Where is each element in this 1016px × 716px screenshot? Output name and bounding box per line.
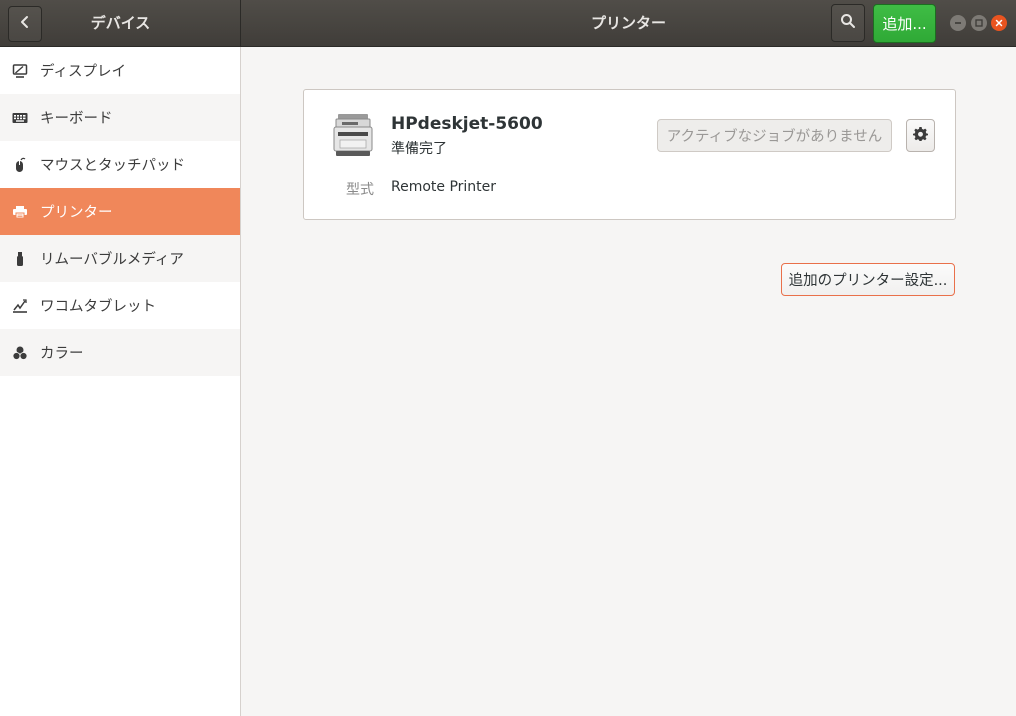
sidebar-item-mouse[interactable]: マウスとタッチパッド (0, 141, 240, 188)
minimize-icon (954, 15, 962, 31)
printer-status: 準備完了 (391, 141, 447, 157)
sidebar-item-color[interactable]: カラー (0, 329, 240, 376)
add-printer-button[interactable]: 追加... (873, 4, 936, 43)
sidebar-item-label: リムーバブルメディア (40, 252, 184, 268)
additional-printer-settings-button[interactable]: 追加のプリンター設定... (781, 263, 955, 296)
keyboard-icon (12, 110, 28, 126)
search-button[interactable] (831, 4, 865, 42)
minimize-button[interactable] (950, 15, 966, 31)
close-icon (995, 15, 1003, 31)
close-button[interactable] (991, 15, 1007, 31)
sidebar-item-printers[interactable]: プリンター (0, 188, 240, 235)
sidebar-item-display[interactable]: ディスプレイ (0, 47, 240, 94)
printer-icon (12, 204, 28, 220)
sidebar: ディスプレイ キーボード マウスとタッチパッド プリンター リムーバブルメディア… (0, 47, 241, 716)
main-content: HPdeskjet-5600 準備完了 型式 Remote Printer アク… (241, 47, 1016, 716)
sidebar-item-label: キーボード (40, 111, 113, 127)
sidebar-header: デバイス (0, 0, 241, 47)
sidebar-item-wacom-tablet[interactable]: ワコムタブレット (0, 282, 240, 329)
sidebar-item-label: プリンター (40, 205, 113, 221)
header-bar: デバイス プリンター 追加... (0, 0, 1016, 47)
maximize-icon (975, 15, 983, 31)
printer-card: HPdeskjet-5600 準備完了 型式 Remote Printer アク… (303, 89, 956, 220)
sidebar-item-keyboard[interactable]: キーボード (0, 94, 240, 141)
sidebar-item-label: マウスとタッチパッド (40, 158, 185, 174)
maximize-button[interactable] (971, 15, 987, 31)
display-icon (12, 63, 28, 79)
printer-device-icon (332, 112, 374, 158)
mouse-icon (12, 157, 28, 173)
back-button[interactable] (8, 6, 42, 42)
show-jobs-button[interactable]: アクティブなジョブがありません (657, 119, 892, 152)
sidebar-item-label: ディスプレイ (40, 64, 126, 80)
tablet-icon (12, 298, 28, 314)
sidebar-item-removable-media[interactable]: リムーバブルメディア (0, 235, 240, 282)
printer-settings-button[interactable] (906, 119, 935, 152)
gear-icon (913, 126, 928, 145)
model-value: Remote Printer (391, 179, 497, 195)
search-icon (840, 13, 856, 33)
usb-drive-icon (12, 251, 28, 267)
printer-name: HPdeskjet-5600 (391, 114, 543, 134)
sidebar-item-label: ワコムタブレット (40, 299, 156, 315)
chevron-left-icon (19, 15, 31, 33)
model-label: 型式 (346, 182, 374, 198)
color-icon (12, 345, 28, 361)
sidebar-item-label: カラー (40, 346, 84, 362)
